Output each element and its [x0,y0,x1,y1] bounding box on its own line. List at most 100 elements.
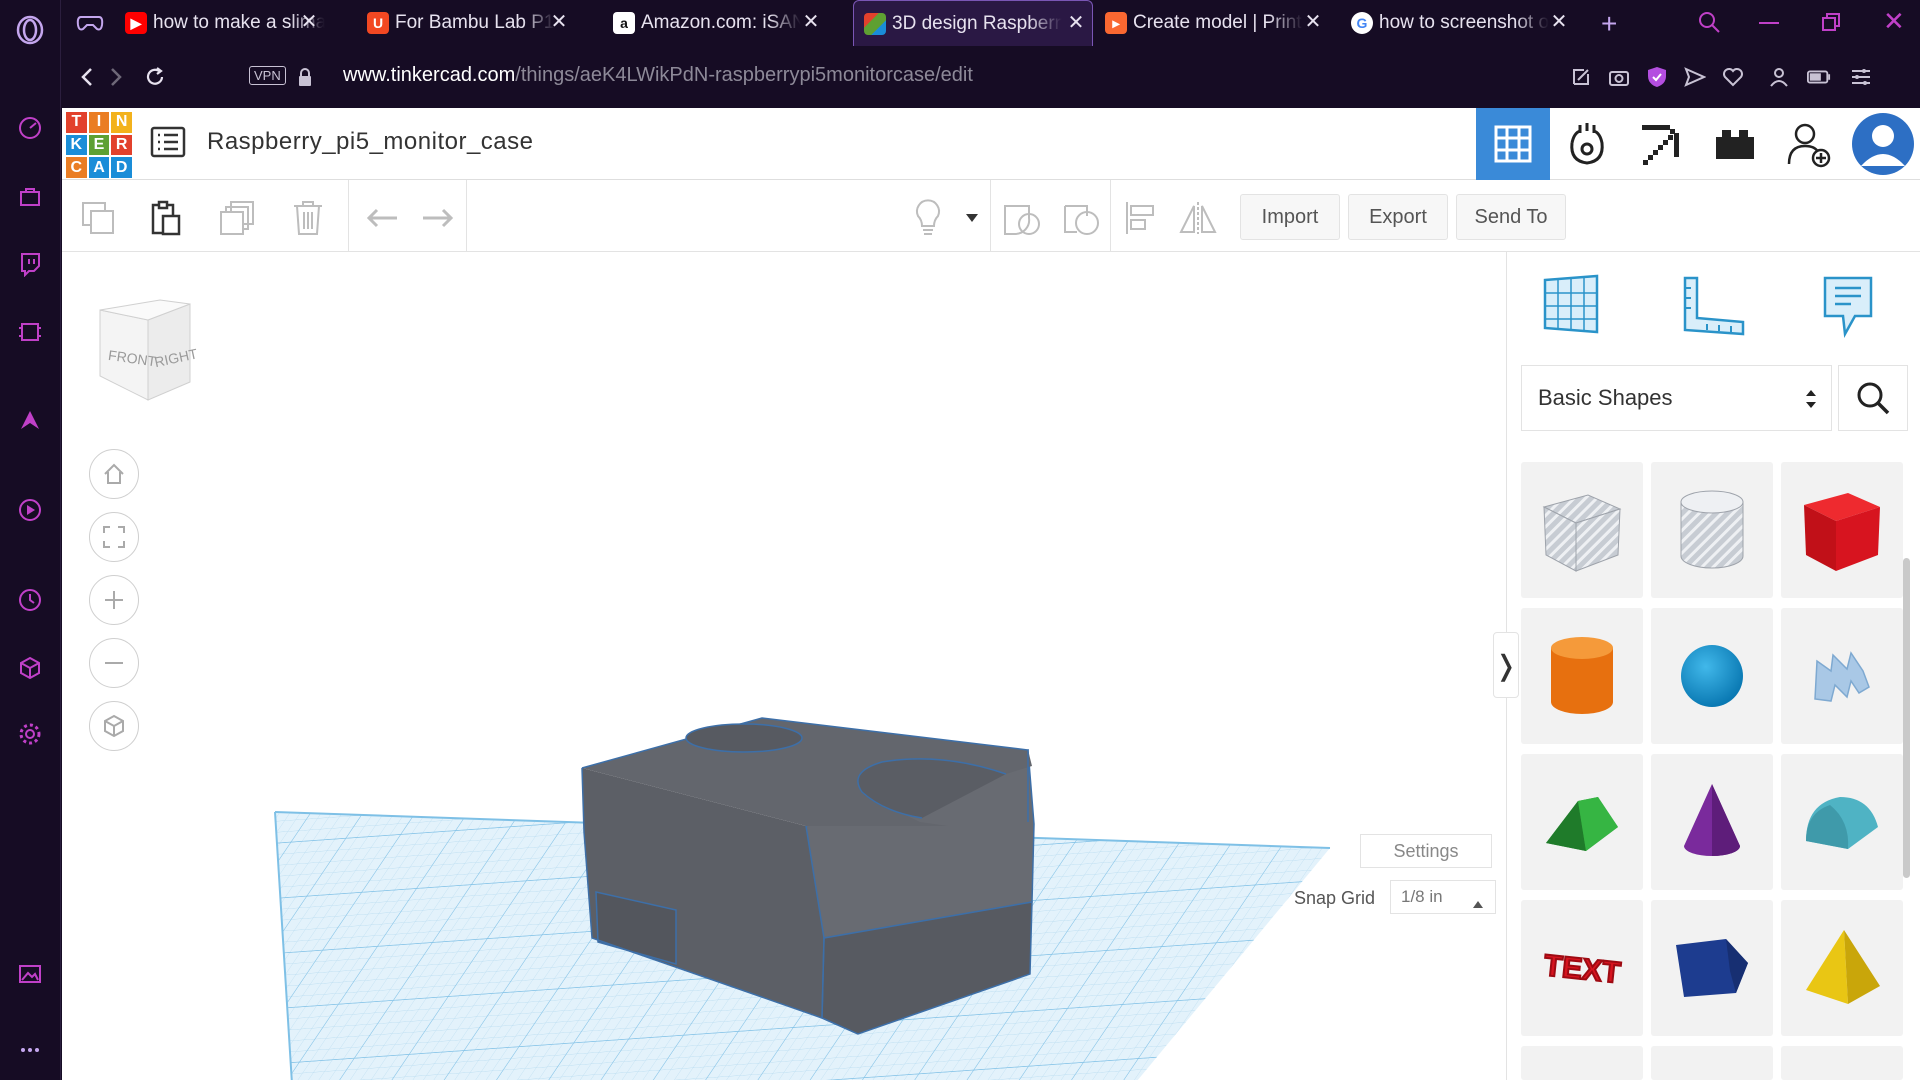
close-window-icon[interactable]: ✕ [1883,6,1905,37]
url-field[interactable]: www.tinkercad.com/things/aeK4LWikPdN-ras… [343,64,973,87]
gx-controller-icon[interactable] [76,11,104,40]
snap-grid-select[interactable]: 1/8 in [1390,880,1496,914]
paste-icon[interactable] [146,198,186,238]
player-icon[interactable] [14,494,46,526]
close-tab-icon[interactable]: ✕ [299,12,319,32]
shape-cylinder-hole[interactable] [1651,462,1773,598]
heart-icon[interactable] [1721,65,1745,89]
close-tab-icon[interactable]: ✕ [1549,12,1569,32]
minimize-icon[interactable] [1759,22,1779,24]
shop-icon[interactable] [14,180,46,212]
easy-setup-sliders-icon[interactable] [1849,65,1873,89]
workplane-scene[interactable] [62,252,1506,1080]
view-cube[interactable]: FRONT RIGHT [90,292,210,417]
history-icon[interactable] [14,584,46,616]
shape-round-roof[interactable] [1781,754,1903,890]
notes-tool-icon[interactable] [1821,274,1875,343]
shape-cylinder[interactable] [1521,608,1643,744]
collapse-panel-button[interactable]: ❭ [1493,632,1519,698]
send-to-button[interactable]: Send To [1456,194,1566,240]
delete-trash-icon[interactable] [288,198,328,238]
zoom-out-button[interactable] [89,638,139,688]
tab-printables[interactable]: ▸ Create model | Printa ✕ [1105,0,1329,46]
extensions-cube-icon[interactable] [14,652,46,684]
back-icon[interactable] [75,65,99,89]
shape-box-hole[interactable] [1521,462,1643,598]
close-tab-icon[interactable]: ✕ [549,12,569,32]
shape-cone[interactable] [1651,754,1773,890]
shape-text[interactable]: TEXT [1521,900,1643,1036]
gallery-icon[interactable] [14,958,46,990]
design-title[interactable]: Raspberry_pi5_monitor_case [207,128,534,156]
easy-setup-icon[interactable] [1569,65,1593,89]
user-avatar[interactable] [1846,108,1920,180]
close-tab-icon[interactable]: ✕ [801,12,821,32]
twitch-icon[interactable] [14,248,46,280]
copy-icon[interactable] [78,198,118,238]
export-button[interactable]: Export [1348,194,1448,240]
restore-icon[interactable] [1821,12,1841,37]
tab-bambu[interactable]: U For Bambu Lab P1P ✕ [367,0,575,46]
tab-google[interactable]: G how to screenshot o ✕ [1351,0,1575,46]
workplane-tool-icon[interactable] [1541,272,1601,341]
close-tab-icon[interactable]: ✕ [1066,13,1086,33]
shapes-scrollbar[interactable] [1903,558,1910,878]
shapes-panel: ❭ Basic Shapes TEXT [1493,252,1920,1080]
tab-search-icon[interactable] [1697,10,1721,39]
opera-logo-icon[interactable] [14,14,46,46]
shape-box[interactable] [1781,462,1903,598]
invite-user-icon[interactable] [1772,108,1846,180]
reload-icon[interactable] [143,65,167,89]
tinkercad-logo[interactable]: TIN KER CAD [66,112,132,178]
aria-icon[interactable] [14,404,46,436]
pickaxe-minecraft-icon[interactable] [1624,108,1698,180]
bricks-lego-icon[interactable] [1698,108,1772,180]
align-icon[interactable] [1120,198,1160,238]
group-icon[interactable] [1002,198,1042,238]
battery-icon[interactable] [1807,65,1831,89]
new-tab-icon[interactable]: + [1601,8,1617,40]
3d-workplane-viewport[interactable]: FRONT RIGHT Settings Snap Grid 1/8 in [62,252,1506,1080]
tab-youtube[interactable]: ▶ how to make a slima ✕ [125,0,325,46]
shapes-category-dropdown[interactable]: Basic Shapes [1521,365,1832,431]
import-button[interactable]: Import [1240,194,1340,240]
design-list-icon[interactable] [150,126,186,163]
snapshot-camera-icon[interactable] [1607,65,1631,89]
fit-view-button[interactable] [89,512,139,562]
forward-icon[interactable] [104,65,128,89]
memory-icon[interactable] [14,316,46,348]
shape-pyramid[interactable] [1781,900,1903,1036]
mirror-icon[interactable] [1178,198,1218,238]
workplane-settings-button[interactable]: Settings [1360,834,1492,868]
close-tab-icon[interactable]: ✕ [1303,12,1323,32]
zoom-in-button[interactable] [89,575,139,625]
profile-icon[interactable] [1767,65,1791,89]
logo-letter: R [111,134,132,156]
shapes-search-button[interactable] [1838,365,1908,431]
perspective-toggle-button[interactable] [89,701,139,751]
shield-icon[interactable] [1645,65,1669,89]
tab-amazon[interactable]: a Amazon.com: iSANM ✕ [613,0,827,46]
redo-icon[interactable] [418,198,458,238]
3d-design-view-button[interactable] [1476,108,1550,180]
ungroup-icon[interactable] [1062,198,1102,238]
youtube-icon: ▶ [125,12,147,34]
codeblocks-icon[interactable] [1550,108,1624,180]
undo-icon[interactable] [362,198,402,238]
duplicate-icon[interactable] [218,198,258,238]
home-view-button[interactable] [89,449,139,499]
vpn-badge[interactable]: VPN [249,66,286,85]
ruler-tool-icon[interactable] [1681,274,1745,341]
speed-dial-icon[interactable] [14,112,46,144]
tab-tinkercad-active[interactable]: 3D design Raspberry ✕ [853,0,1093,46]
lock-icon[interactable] [293,65,317,89]
shape-sphere[interactable] [1651,608,1773,744]
shape-roof[interactable] [1521,754,1643,890]
shape-scribble[interactable] [1781,608,1903,744]
send-icon[interactable] [1683,65,1707,89]
notes-dropdown-chevron-icon[interactable] [952,198,992,238]
more-icon[interactable] [14,1034,46,1066]
shape-polygon[interactable] [1651,900,1773,1036]
notes-lightbulb-icon[interactable] [908,198,948,238]
settings-gear-icon[interactable] [14,718,46,750]
